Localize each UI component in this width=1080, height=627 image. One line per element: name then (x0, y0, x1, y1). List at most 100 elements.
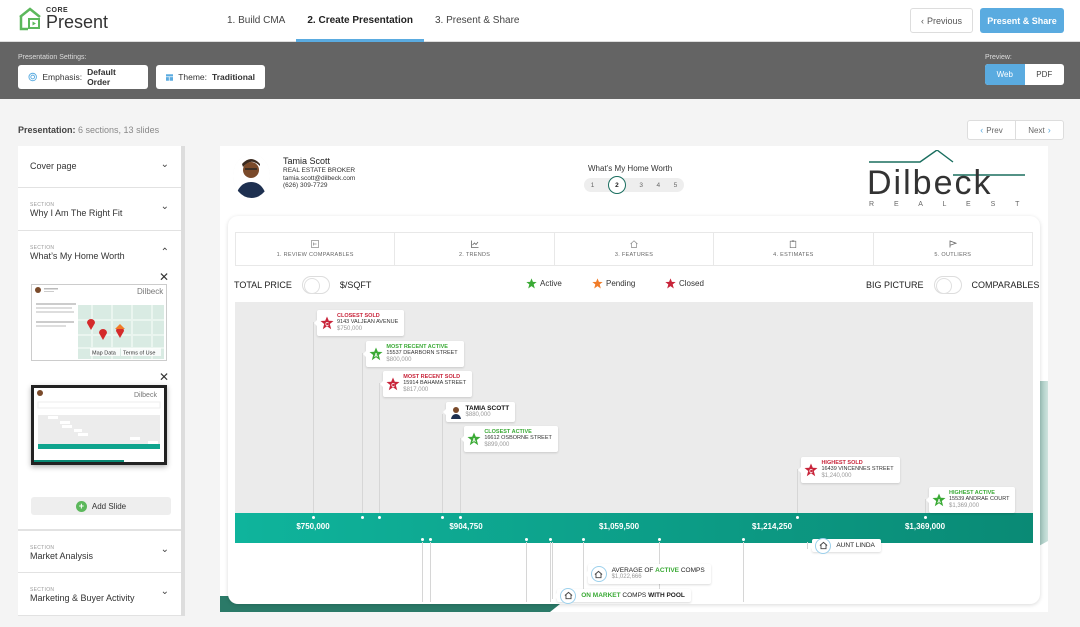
close-icon[interactable]: ✕ (159, 370, 169, 384)
view-mode-switch[interactable] (933, 276, 962, 294)
page-3[interactable]: 3 (639, 182, 643, 189)
card-price: $1,240,000 (821, 472, 852, 479)
tab-outliers[interactable]: 5. OUTLIERS (874, 233, 1032, 265)
agent-phone[interactable]: (626) 309-7729 (283, 182, 355, 190)
legend-label: Pending (606, 279, 636, 288)
plus-icon: + (75, 500, 87, 512)
agent-avatar (233, 154, 270, 198)
star-closed-icon: C (386, 377, 400, 391)
preview-pdf[interactable]: PDF (1025, 64, 1065, 85)
card-price: $750,000 (337, 325, 363, 332)
comparable-card[interactable]: A MOST RECENT ACTIVE 15537 DEARBORN STREET… (363, 341, 464, 367)
legend-closed: Closed (665, 278, 704, 289)
previous-button[interactable]: ‹ Previous (910, 8, 973, 33)
card-price: $800,000 (386, 356, 412, 363)
section-home-worth[interactable]: SECTION What’s My Home Worth ⌃ (18, 231, 181, 274)
scale-icon (590, 566, 607, 583)
chevron-down-icon[interactable]: ⌄ (161, 201, 169, 212)
reference-card[interactable]: AUNT LINDA (809, 537, 881, 554)
tab-review-comparables[interactable]: 1. REVIEW COMPARABLES (236, 233, 396, 265)
theme-value: Traditional (212, 72, 255, 82)
slide-thumbnails: ✕ Dilbeck Map Data Terms of Use ✕ Dilbec… (18, 270, 181, 530)
comparable-card[interactable]: A CLOSEST ACTIVE 16612 OSBORNE STREET $899,… (461, 426, 558, 452)
reference-card[interactable]: AVERAGE OF ACTIVE COMPS $1,022,666 (584, 564, 711, 585)
home-icon (630, 240, 638, 248)
chevron-down-icon[interactable]: ⌄ (161, 586, 169, 597)
chevron-down-icon[interactable]: ⌄ (161, 544, 169, 555)
comparables-panel: 1. REVIEW COMPARABLES 2. TRENDS 3. FEATU… (228, 216, 1040, 604)
comparable-card[interactable]: C HIGHEST SOLD 16439 VINCENNES STREET $1,24… (798, 457, 900, 483)
chevron-up-icon[interactable]: ⌃ (161, 247, 169, 258)
emphasis-button[interactable]: Emphasis: Default Order (18, 65, 148, 89)
star-closed-icon (665, 278, 676, 289)
page-2-current[interactable]: 2 (607, 176, 626, 194)
total-price-label: TOTAL PRICE (234, 280, 292, 290)
big-picture-label: BIG PICTURE (866, 280, 924, 290)
tab-estimates[interactable]: 4. ESTIMATES (714, 233, 874, 265)
price-marker-dot (312, 516, 315, 519)
comparable-card[interactable]: C CLOSEST SOLD 9143 VALJEAN AVENUE $750,000 (313, 310, 405, 336)
map-thumbnail-image: Dilbeck Map Data Terms of Use (32, 285, 166, 360)
svg-text:Dilbeck: Dilbeck (134, 392, 157, 399)
tab-trends[interactable]: 2. TRENDS (395, 233, 555, 265)
step-build-cma[interactable]: 1. Build CMA (216, 0, 296, 42)
reference-card[interactable]: ON MARKET COMPS WITH POOL (554, 587, 691, 604)
prev-slide-button[interactable]: ‹ Prev (968, 121, 1016, 139)
analysis-tabs: 1. REVIEW COMPARABLES 2. TRENDS 3. FEATU… (235, 232, 1033, 266)
dilbeck-logo: Dilbeck R E A L E S T A T E (867, 150, 1035, 208)
svg-text:A: A (937, 499, 941, 505)
section-why-i-am[interactable]: SECTION Why I Am The Right Fit ⌄ (18, 188, 181, 231)
present-share-button[interactable]: Present & Share (980, 8, 1064, 33)
price-mode-switch[interactable] (301, 276, 330, 294)
add-slide-button[interactable]: + Add Slide (31, 497, 171, 515)
svg-text:A: A (473, 438, 477, 444)
view-mode-toggle: BIG PICTURE COMPARABLES (866, 276, 1039, 294)
below-marker-dot (581, 538, 585, 541)
flag-icon (949, 240, 957, 248)
settings-label: Presentation Settings: (18, 54, 87, 61)
slide-thumbnail-map[interactable]: Dilbeck Map Data Terms of Use (31, 284, 167, 361)
section-marketing-buyer[interactable]: SECTION Marketing & Buyer Activity ⌄ (18, 573, 181, 616)
next-slide-button[interactable]: Next › (1016, 121, 1063, 139)
price-marker-line (441, 414, 443, 513)
section-title: Market Analysis (30, 551, 94, 561)
presentation-label: Presentation: (18, 125, 76, 135)
presentation-summary: Presentation: 6 sections, 13 slides (18, 125, 159, 135)
price-marker-dot (796, 516, 800, 519)
section-cover-page[interactable]: Cover page ⌄ (18, 146, 181, 188)
page-4[interactable]: 4 (657, 182, 661, 189)
per-sqft-label: $/SQFT (339, 280, 372, 290)
card-title: ON MARKET COMPS WITH POOL (581, 592, 685, 599)
card-title-part: COMPS (620, 592, 649, 599)
prev-label: Prev (986, 125, 1003, 135)
chevron-left-icon: ‹ (980, 125, 984, 135)
document-icon (311, 240, 320, 248)
svg-text:Dilbeck: Dilbeck (137, 287, 164, 296)
chevron-down-icon[interactable]: ⌄ (161, 159, 169, 170)
axis-tick-label: $1,214,250 (751, 522, 793, 531)
card-title-part: ON MARKET (581, 592, 621, 599)
card-address: 16439 VINCENNES STREET (821, 466, 894, 473)
tab-features[interactable]: 3. FEATURES (555, 233, 715, 265)
section-title: What’s My Home Worth (30, 251, 125, 261)
comparable-card[interactable]: TAMIA SCOTT $880,000 (442, 402, 516, 423)
close-icon[interactable]: ✕ (159, 270, 169, 284)
below-marker-line (743, 542, 745, 602)
theme-button[interactable]: Theme: Traditional (156, 65, 265, 89)
card-price: $817,000 (403, 386, 429, 393)
page-1[interactable]: 1 (591, 182, 595, 189)
agent-email[interactable]: tamia.scott@dilbeck.com (283, 175, 355, 183)
step-create-presentation[interactable]: 2. Create Presentation (296, 0, 424, 42)
app-logo[interactable]: CORE Present (18, 7, 108, 31)
comparable-card[interactable]: A HIGHEST ACTIVE 15539 ANDRAE COURT $1,369,… (925, 487, 1016, 513)
below-marker-line (807, 542, 809, 549)
slide-thumbnail-timeline[interactable]: Dilbeck (31, 385, 167, 465)
page-5[interactable]: 5 (674, 182, 678, 189)
section-market-analysis[interactable]: SECTION Market Analysis ⌄ (18, 530, 181, 573)
brand-name: Dilbeck (867, 164, 992, 202)
step-present-share[interactable]: 3. Present & Share (424, 0, 531, 42)
comparable-card[interactable]: C MOST RECENT SOLD 15914 BAHAMA STREET $817… (380, 371, 473, 397)
card-title-part: AVERAGE OF (611, 567, 656, 574)
next-label: Next (1028, 125, 1045, 135)
preview-web[interactable]: Web (985, 64, 1025, 85)
